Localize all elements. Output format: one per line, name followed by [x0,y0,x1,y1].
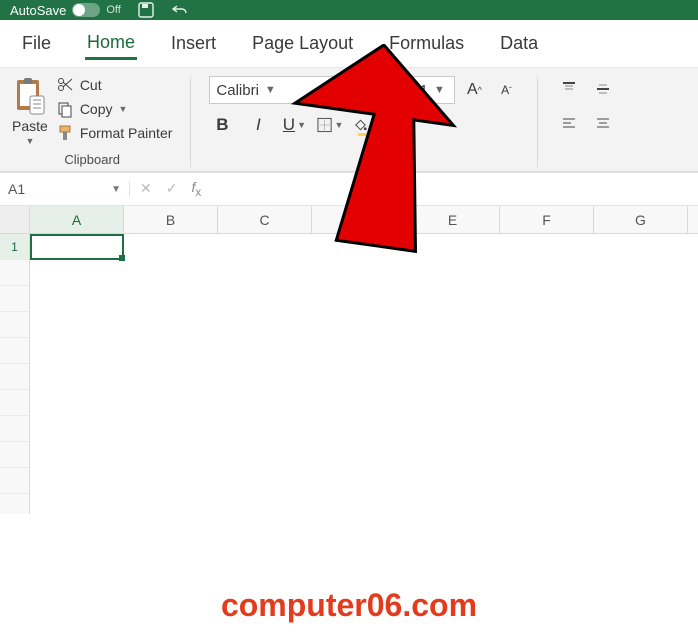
clipboard-group-label: Clipboard [64,152,120,167]
autosave-toggle-area[interactable]: AutoSave Off [10,3,121,18]
chevron-down-icon: ▼ [405,120,414,130]
underline-button[interactable]: U▼ [281,112,307,138]
tab-formulas[interactable]: Formulas [387,29,466,58]
group-alignment [556,76,616,167]
group-separator [190,77,191,167]
copy-button[interactable]: Copy ▼ [56,100,173,118]
font-size-value: 11 [412,82,428,99]
copy-icon [56,100,74,118]
paste-label: Paste [12,118,48,134]
chevron-down-icon: ▼ [297,120,306,130]
chevron-down-icon: ▼ [434,84,445,96]
align-middle-icon [595,81,611,97]
chevron-down-icon: ▼ [334,120,343,130]
autosave-state: Off [106,4,120,16]
column-header-d[interactable]: D [312,206,406,233]
cut-label: Cut [80,77,102,93]
font-size-combo[interactable]: 11 ▼ [405,76,455,104]
row-header[interactable] [0,286,29,312]
group-font: Calibri ▼ 11 ▼ A^ Aˇ B I U▼ ▼ [209,76,519,167]
align-left-button[interactable] [556,110,582,136]
column-header-b[interactable]: B [124,206,218,233]
cancel-icon[interactable]: ✕ [140,180,152,197]
row-header[interactable] [0,312,29,338]
row-header[interactable] [0,416,29,442]
row-header[interactable] [0,260,29,286]
font-color-button[interactable]: A ▼ [389,112,415,138]
name-box-value: A1 [8,181,25,197]
column-header-c[interactable]: C [218,206,312,233]
column-header-e[interactable]: E [406,206,500,233]
chevron-down-icon: ▼ [111,184,121,195]
column-headers: A B C D E F G [0,206,698,234]
group-clipboard: Paste ▼ Cut Copy ▼ Format Painter C [12,76,172,167]
active-cell[interactable] [30,234,124,260]
tab-file[interactable]: File [20,29,53,58]
tab-home[interactable]: Home [85,28,137,60]
fill-color-button[interactable]: ▼ [353,112,379,138]
column-header-f[interactable]: F [500,206,594,233]
align-center-button[interactable] [590,110,616,136]
align-top-icon [561,81,577,97]
ribbon-tabs: File Home Insert Page Layout Formulas Da… [0,20,698,68]
decrease-font-button[interactable]: Aˇ [493,77,519,103]
format-painter-label: Format Painter [80,125,173,141]
bucket-icon [353,117,368,133]
borders-icon [317,117,332,133]
font-name-combo[interactable]: Calibri ▼ [209,76,399,104]
chevron-down-icon: ▼ [119,104,128,114]
align-middle-button[interactable] [590,76,616,102]
row-header[interactable] [0,390,29,416]
borders-button[interactable]: ▼ [317,112,343,138]
row-headers: 1 [0,234,30,514]
align-center-icon [595,115,611,131]
autosave-label: AutoSave [10,3,66,18]
chevron-down-icon: ▼ [25,136,34,146]
row-header[interactable] [0,468,29,494]
group-separator [537,77,538,167]
tab-insert[interactable]: Insert [169,29,218,58]
name-box[interactable]: A1 ▼ [0,181,130,197]
paste-button[interactable]: Paste ▼ [12,76,48,146]
chevron-down-icon: ▼ [370,120,379,130]
row-header-1[interactable]: 1 [0,234,29,260]
italic-button[interactable]: I [245,112,271,138]
clipboard-icon [13,76,47,116]
worksheet-grid[interactable]: 1 [0,234,698,514]
row-header[interactable] [0,442,29,468]
fx-icon[interactable]: fx [191,179,201,199]
watermark-text: computer06.com [0,587,698,624]
format-painter-button[interactable]: Format Painter [56,124,173,142]
font-name-value: Calibri [216,82,259,99]
copy-label: Copy [80,101,113,117]
scissors-icon [56,76,74,94]
cut-button[interactable]: Cut [56,76,173,94]
row-header[interactable] [0,338,29,364]
increase-font-button[interactable]: A^ [461,77,487,103]
align-left-icon [561,115,577,131]
column-header-g[interactable]: G [594,206,688,233]
formula-bar: A1 ▼ ✕ ✓ fx [0,172,698,206]
tab-page-layout[interactable]: Page Layout [250,29,355,58]
tab-data[interactable]: Data [498,29,540,58]
autosave-toggle[interactable] [72,3,100,17]
title-bar: AutoSave Off [0,0,698,20]
paintbrush-icon [56,124,74,142]
column-header-a[interactable]: A [30,206,124,233]
ribbon: Paste ▼ Cut Copy ▼ Format Painter C [0,68,698,172]
align-top-button[interactable] [556,76,582,102]
undo-icon[interactable] [171,1,189,19]
select-all-corner[interactable] [0,206,30,233]
enter-icon[interactable]: ✓ [166,180,178,197]
row-header[interactable] [0,364,29,390]
chevron-down-icon: ▼ [265,84,276,96]
save-icon[interactable] [137,1,155,19]
bold-button[interactable]: B [209,112,235,138]
